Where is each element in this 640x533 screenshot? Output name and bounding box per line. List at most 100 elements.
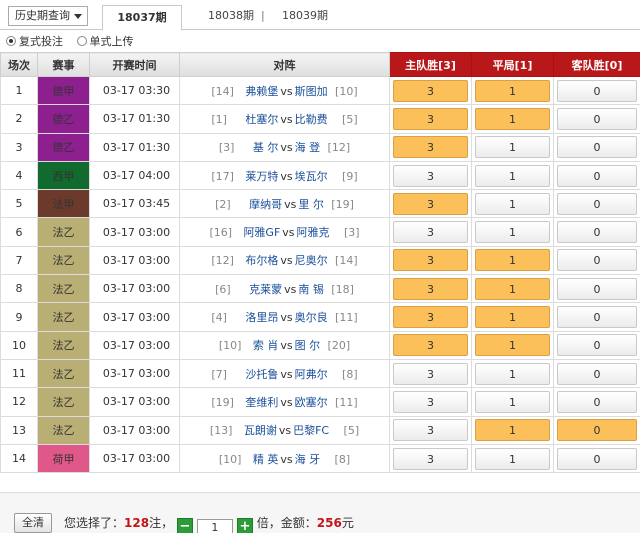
away-team[interactable]: 里 尔 xyxy=(298,198,324,211)
draw-option[interactable]: 1 xyxy=(475,419,550,442)
home-rank: [10] xyxy=(218,339,242,353)
home-win-option[interactable]: 3 xyxy=(393,447,468,470)
away-team[interactable]: 海 牙 xyxy=(295,453,321,466)
away-win-option[interactable]: 0 xyxy=(557,136,637,159)
home-team[interactable]: 瓦朗谢 xyxy=(244,424,277,437)
home-team[interactable]: 阿雅GF xyxy=(243,226,280,239)
vs-label: vs xyxy=(280,395,293,409)
home-win-option[interactable]: 3 xyxy=(393,419,468,442)
draw-option[interactable]: 1 xyxy=(475,107,550,130)
away-win-option[interactable]: 0 xyxy=(557,249,637,272)
radio-compound-label: 复式投注 xyxy=(19,35,63,48)
home-team[interactable]: 杜塞尔 xyxy=(245,113,278,126)
kickoff-time: 03-17 01:30 xyxy=(89,104,180,134)
away-team[interactable]: 南 锡 xyxy=(298,283,324,296)
draw-option[interactable]: 1 xyxy=(475,164,550,187)
draw-option[interactable]: 1 xyxy=(475,79,550,102)
away-win-option[interactable]: 0 xyxy=(557,107,637,130)
home-team[interactable]: 基 尔 xyxy=(253,141,279,154)
draw-option[interactable]: 1 xyxy=(475,447,550,470)
table-row: 1 德甲 03-17 03:30 [14] 弗赖堡 vs 斯图加 [10] 3 1 0 xyxy=(0,75,640,106)
kickoff-time: 03-17 03:00 xyxy=(89,245,180,276)
home-team[interactable]: 布尔格 xyxy=(245,254,278,267)
away-team[interactable]: 奥尔良 xyxy=(295,311,328,324)
tab-issue-18038[interactable]: 18038期 xyxy=(208,6,254,26)
home-team[interactable]: 摩纳哥 xyxy=(249,198,282,211)
away-win-option[interactable]: 0 xyxy=(557,221,637,244)
away-team[interactable]: 阿雅克 xyxy=(297,226,330,239)
home-win-option[interactable]: 3 xyxy=(393,79,468,102)
home-team[interactable]: 洛里昂 xyxy=(245,311,278,324)
draw-option[interactable]: 1 xyxy=(475,192,550,215)
home-win-option[interactable]: 3 xyxy=(393,277,468,300)
away-team[interactable]: 阿弗尔 xyxy=(295,368,328,381)
away-team[interactable]: 海 登 xyxy=(295,141,321,154)
league-badge: 法甲 xyxy=(37,189,90,219)
away-win-option[interactable]: 0 xyxy=(557,362,637,385)
home-team[interactable]: 莱万特 xyxy=(245,170,278,183)
away-team[interactable]: 斯图加 xyxy=(295,85,328,98)
home-team[interactable]: 精 英 xyxy=(253,453,279,466)
away-team[interactable]: 欧塞尔 xyxy=(295,396,328,409)
multiplier-input[interactable]: 1 xyxy=(196,519,233,533)
away-rank: [18] xyxy=(331,282,354,296)
match-teams: [7] 沙托鲁 vs 阿弗尔 [8] xyxy=(179,358,390,389)
away-team[interactable]: 尼奥尔 xyxy=(295,254,328,267)
home-win-option[interactable]: 3 xyxy=(393,306,468,329)
tab-issue-18037[interactable]: 18037期 xyxy=(102,5,182,31)
kickoff-time: 03-17 03:00 xyxy=(89,358,180,389)
home-win-option[interactable]: 3 xyxy=(393,164,468,187)
draw-option[interactable]: 1 xyxy=(475,277,550,300)
home-team[interactable]: 奎维利 xyxy=(245,396,278,409)
draw-option[interactable]: 1 xyxy=(475,136,550,159)
away-win-option[interactable]: 0 xyxy=(557,334,637,357)
table-header-row: 场次 赛事 开赛时间 对阵 主队胜[3] 平局[1] 客队胜[0] xyxy=(0,52,640,77)
draw-option[interactable]: 1 xyxy=(475,249,550,272)
away-win-option[interactable]: 0 xyxy=(557,306,637,329)
home-win-option[interactable]: 3 xyxy=(393,390,468,413)
away-win-option[interactable]: 0 xyxy=(557,447,637,470)
kickoff-time: 03-17 03:00 xyxy=(89,415,180,445)
away-team[interactable]: 埃瓦尔 xyxy=(295,170,328,183)
away-team[interactable]: 巴黎FC xyxy=(293,424,329,437)
home-team[interactable]: 沙托鲁 xyxy=(245,368,278,381)
home-win-option[interactable]: 3 xyxy=(393,362,468,385)
decrease-multiplier-button[interactable]: − xyxy=(176,518,193,533)
away-win-option[interactable]: 0 xyxy=(557,277,637,300)
away-win-option[interactable]: 0 xyxy=(557,390,637,413)
vs-label: vs xyxy=(284,197,297,211)
home-win-option[interactable]: 3 xyxy=(393,107,468,130)
away-win-option[interactable]: 0 xyxy=(557,164,637,187)
away-win-option[interactable]: 0 xyxy=(557,79,637,102)
home-win-option[interactable]: 3 xyxy=(393,136,468,159)
increase-multiplier-button[interactable]: + xyxy=(236,518,253,533)
match-teams: [17] 莱万特 vs 埃瓦尔 [9] xyxy=(179,160,390,191)
draw-option[interactable]: 1 xyxy=(475,390,550,413)
tab-issue-18039[interactable]: 18039期 xyxy=(282,6,328,26)
radio-compound-bet[interactable] xyxy=(6,36,16,46)
table-row: 5 法甲 03-17 03:45 [2] 摩纳哥 vs 里 尔 [19] 3 1 0 xyxy=(0,189,640,219)
away-team[interactable]: 比勒费 xyxy=(295,113,328,126)
home-win-option[interactable]: 3 xyxy=(393,249,468,272)
radio-single-upload[interactable] xyxy=(76,36,87,46)
away-rank: [11] xyxy=(335,395,358,409)
draw-option[interactable]: 1 xyxy=(475,306,550,329)
away-win-option[interactable]: 0 xyxy=(557,419,637,442)
kickoff-time: 03-17 03:00 xyxy=(89,330,180,360)
draw-option[interactable]: 1 xyxy=(475,362,550,385)
home-team[interactable]: 克莱蒙 xyxy=(249,283,282,296)
away-win-option[interactable]: 0 xyxy=(557,192,637,215)
home-win-option[interactable]: 3 xyxy=(393,334,468,357)
home-team[interactable]: 索 肖 xyxy=(253,339,279,352)
home-win-option[interactable]: 3 xyxy=(393,221,468,244)
away-team[interactable]: 图 尔 xyxy=(295,339,321,352)
away-rank: [5] xyxy=(343,424,360,438)
draw-option[interactable]: 1 xyxy=(475,334,550,357)
home-team[interactable]: 弗赖堡 xyxy=(245,85,278,98)
draw-option[interactable]: 1 xyxy=(475,221,550,244)
table-row: 8 法乙 03-17 03:00 [6] 克莱蒙 vs 南 锡 [18] 3 1 0 xyxy=(0,274,640,304)
vs-label: vs xyxy=(280,169,293,183)
clear-all-button[interactable]: 全清 xyxy=(14,513,52,533)
home-win-option[interactable]: 3 xyxy=(393,192,468,215)
history-issue-select[interactable]: 历史期查询 xyxy=(8,6,88,26)
